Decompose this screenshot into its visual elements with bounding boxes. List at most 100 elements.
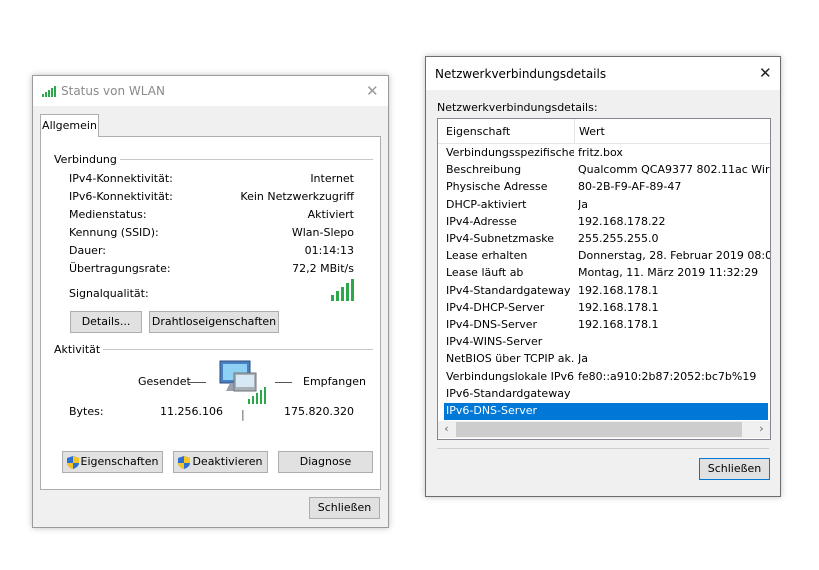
horizontal-scrollbar[interactable]: ‹ › <box>438 421 770 438</box>
transfer-rate-value: 72,2 MBit/s <box>292 262 354 275</box>
value-cell: Qualcomm QCA9377 802.11ac Wireless A <box>578 163 770 177</box>
property-cell: Verbindungsspezifisches... <box>446 146 574 159</box>
tab-allgemein[interactable]: Allgemein <box>40 114 99 137</box>
property-cell: Lease erhalten <box>446 249 528 263</box>
value-cell: 80-2B-F9-AF-89-47 <box>578 180 682 194</box>
properties-button[interactable]: Eigenschaften <box>62 451 163 473</box>
ssid-label: Kennung (SSID): <box>69 226 159 239</box>
list-item[interactable]: IPv4-Subnetzmaske 255.255.255.0 <box>444 231 768 248</box>
details-titlebar: Netzwerkverbindungsdetails ✕ <box>426 57 780 90</box>
property-cell: DHCP-aktiviert <box>446 197 527 211</box>
details-button[interactable]: Details... <box>70 311 142 333</box>
property-cell: Lease läuft ab <box>446 266 524 280</box>
disable-button-content: Deaktivieren <box>178 452 263 472</box>
sent-line <box>189 382 206 383</box>
properties-button-label: Eigenschaften <box>80 455 159 468</box>
property-cell: IPv4-WINS-Server <box>446 335 543 349</box>
sent-label: Gesendet <box>138 375 191 388</box>
bytes-label: Bytes: <box>69 405 104 418</box>
property-cell: NetBIOS über TCPIP ak... <box>446 352 574 366</box>
list-item[interactable]: IPv4-DHCP-Server 192.168.178.1 <box>444 300 768 317</box>
bytes-received-value: 175.820.320 <box>284 405 354 418</box>
value-cell: Montag, 11. März 2019 11:32:29 <box>578 266 759 280</box>
status-window-title: Status von WLAN <box>61 84 165 98</box>
connection-group-title: Verbindung <box>54 153 120 166</box>
list-item[interactable]: Beschreibung Qualcomm QCA9377 802.11ac Wi… <box>444 162 770 179</box>
list-item[interactable]: Physische Adresse 80-2B-F9-AF-89-47 <box>444 179 768 196</box>
value-cell: 192.168.178.22 <box>578 214 666 228</box>
activity-group-title: Aktivität <box>54 343 104 356</box>
status-close-button-label: Schließen <box>317 501 372 514</box>
list-item[interactable]: DHCP-aktiviert Ja <box>444 197 768 214</box>
list-item[interactable]: NetBIOS über TCPIP ak... Ja <box>444 351 768 368</box>
list-item[interactable]: Lease erhalten Donnerstag, 28. Februar 20… <box>444 248 770 265</box>
status-close-icon[interactable]: ✕ <box>366 84 379 99</box>
column-header-property[interactable]: Eigenschaft <box>446 125 510 138</box>
property-cell: Physische Adresse <box>446 180 548 194</box>
wlan-status-dialog: Status von WLAN ✕ Allgemein Verbindung I… <box>32 75 389 528</box>
details-close-button[interactable]: Schließen <box>699 458 770 480</box>
value-cell: fe80::a910:2b87:2052:bc7b%19 <box>578 369 757 383</box>
property-cell: IPv4-DHCP-Server <box>446 300 545 314</box>
details-subtitle: Netzwerkverbindungsdetails: <box>437 101 598 114</box>
value-cell: 192.168.178.1 <box>578 300 659 314</box>
list-item[interactable]: IPv4-Standardgateway 192.168.178.1 <box>444 283 768 300</box>
ipv6-connectivity-value: Kein Netzwerkzugriff <box>240 190 354 203</box>
property-cell: IPv6-Standardgateway <box>446 386 571 400</box>
disable-button-label: Deaktivieren <box>192 455 263 468</box>
ssid-value: Wlan-Slepo <box>291 226 354 239</box>
diagnose-button-label: Diagnose <box>299 455 352 468</box>
diagnose-button[interactable]: Diagnose <box>278 451 373 473</box>
bytes-sent-value: 11.256.106 <box>160 405 223 418</box>
ipv4-connectivity-label: IPv4-Konnektivität: <box>69 172 173 185</box>
wireless-properties-button[interactable]: Drahtloseigenschaften <box>149 311 279 333</box>
media-status-label: Medienstatus: <box>69 208 147 221</box>
details-button-label: Details... <box>81 315 131 328</box>
value-cell: Ja <box>578 352 588 366</box>
scroll-right-icon[interactable]: › <box>753 422 770 435</box>
value-cell: 192.168.178.1 <box>578 283 659 297</box>
network-computer-icon <box>219 360 266 404</box>
signal-quality-icon <box>331 279 354 301</box>
property-cell: IPv4-Adresse <box>446 214 517 228</box>
wireless-properties-label: Drahtloseigenschaften <box>151 315 277 328</box>
duration-value: 01:14:13 <box>304 244 354 257</box>
value-cell: Ja <box>578 197 588 211</box>
details-list-header: Eigenschaft Wert <box>438 119 770 144</box>
list-item[interactable]: Verbindungslokale IPv6-... fe80::a910:2b8… <box>444 369 768 386</box>
general-tab-panel: Verbindung IPv4-Konnektivität: Internet … <box>40 136 381 490</box>
disable-button[interactable]: Deaktivieren <box>173 451 268 473</box>
duration-label: Dauer: <box>69 244 106 257</box>
details-list[interactable]: Eigenschaft Wert Verbindungsspezifisches… <box>437 118 771 440</box>
list-item[interactable]: IPv4-Adresse 192.168.178.22 <box>444 214 768 231</box>
details-close-button-label: Schließen <box>707 462 762 475</box>
details-close-icon[interactable]: ✕ <box>759 66 772 81</box>
activity-group-line <box>99 349 373 350</box>
column-header-value[interactable]: Wert <box>579 125 605 138</box>
list-item[interactable]: IPv4-WINS-Server <box>444 334 768 351</box>
value-cell: 192.168.178.1 <box>578 318 659 331</box>
status-titlebar: Status von WLAN ✕ <box>33 76 388 106</box>
connection-group-line <box>111 159 373 160</box>
scrollbar-thumb[interactable] <box>456 422 742 437</box>
list-item[interactable]: IPv6-Standardgateway <box>444 386 768 403</box>
uac-shield-icon <box>178 455 191 469</box>
list-item[interactable]: Lease läuft ab Montag, 11. März 2019 11:3… <box>444 265 768 282</box>
list-item[interactable]: IPv6-DNS-Server <box>444 403 768 420</box>
transfer-rate-label: Übertragungsrate: <box>69 262 171 275</box>
property-cell: IPv4-Standardgateway <box>446 283 571 297</box>
signal-quality-label: Signalqualität: <box>69 287 149 300</box>
list-item[interactable]: IPv4-DNS-Server 192.168.178.1 <box>444 317 768 334</box>
status-close-button[interactable]: Schließen <box>309 497 380 519</box>
details-separator <box>437 448 769 449</box>
scroll-left-icon[interactable]: ‹ <box>438 422 455 435</box>
bytes-separator: | <box>241 408 245 421</box>
list-item[interactable]: Verbindungsspezifisches... fritz.box <box>444 145 768 162</box>
value-cell: 255.255.255.0 <box>578 232 659 245</box>
column-divider[interactable] <box>574 119 575 143</box>
property-cell: IPv4-Subnetzmaske <box>446 232 555 245</box>
property-cell: IPv6-DNS-Server <box>446 404 538 417</box>
uac-shield-icon <box>66 455 79 469</box>
property-cell: Beschreibung <box>446 163 522 177</box>
received-label: Empfangen <box>303 375 366 388</box>
